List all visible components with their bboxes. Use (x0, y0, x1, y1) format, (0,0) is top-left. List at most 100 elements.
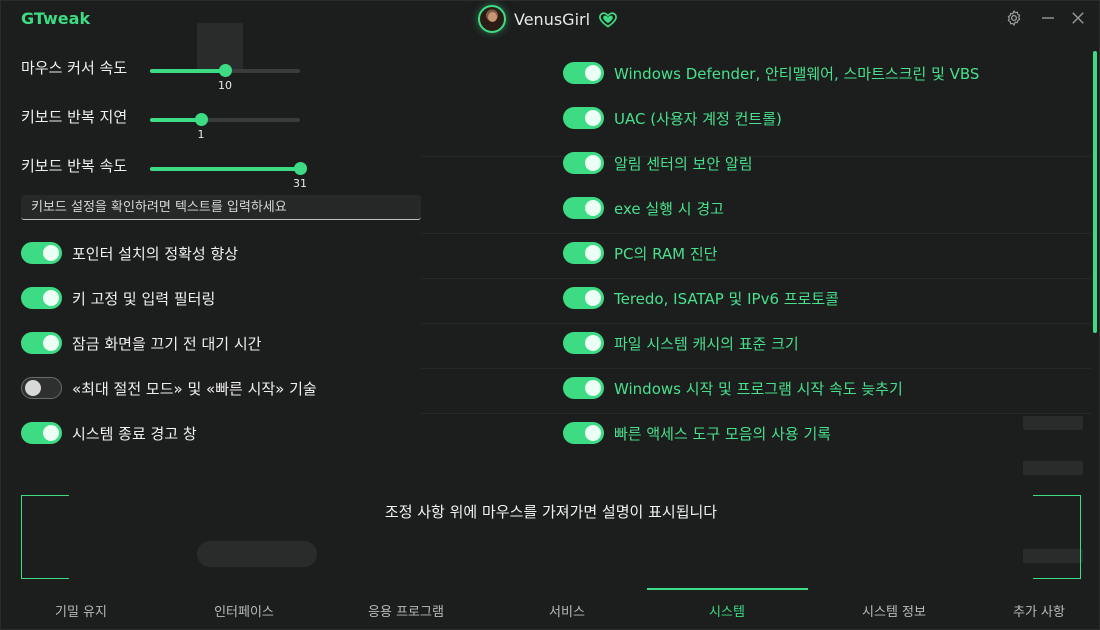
toggle-label: 빠른 액세스 도구 모음의 사용 기록 (614, 424, 832, 443)
toggle-label: UAC (사용자 계정 컨트롤) (614, 109, 782, 128)
toggle-knob (43, 425, 59, 441)
tab-extras[interactable]: 추가 사항 (959, 601, 1099, 620)
key-repeat-speed-slider: 키보드 반복 속도 31 (21, 153, 421, 193)
slider-thumb[interactable] (219, 64, 232, 77)
toggle-row[interactable]: exe 실행 시 경고 (563, 195, 724, 221)
toggle-row[interactable]: UAC (사용자 계정 컨트롤) (563, 105, 782, 131)
toggle-row[interactable]: PC의 RAM 진단 (563, 240, 717, 266)
slider-label: 마우스 커서 속도 (21, 59, 128, 77)
ghost-divider (421, 323, 1091, 324)
slider-label: 키보드 반복 지연 (21, 108, 128, 126)
scrollbar[interactable] (1093, 51, 1097, 333)
slider-value: 10 (218, 79, 232, 92)
description-panel: 조정 사항 위에 마우스를 가져가면 설명이 표시됩니다 (21, 495, 1081, 579)
toggle-knob (25, 380, 41, 396)
toggle-knob (585, 380, 601, 396)
user-profile[interactable]: VenusGirl (478, 4, 618, 34)
key-repeat-delay-slider: 키보드 반복 지연 1 (21, 104, 421, 144)
avatar (478, 5, 506, 33)
slider-fill (150, 118, 201, 122)
toggle-switch[interactable] (21, 242, 62, 264)
ghost-block (1023, 461, 1083, 475)
user-name: VenusGirl (514, 9, 591, 29)
bottom-nav: 기밀 유지 인터페이스 응용 프로그램 서비스 시스템 시스템 정보 추가 사항 (1, 587, 1099, 629)
toggle-label: 키 고정 및 입력 필터링 (72, 289, 216, 308)
toggle-label: 시스템 종료 경고 창 (72, 424, 197, 443)
toggle-row[interactable]: 키 고정 및 입력 필터링 (21, 285, 215, 311)
toggle-label: Windows 시작 및 프로그램 시작 속도 늦추기 (614, 379, 903, 398)
slider-fill (150, 167, 300, 171)
gear-icon[interactable] (1005, 9, 1023, 27)
ghost-divider (421, 413, 1091, 414)
toggle-row[interactable]: Windows Defender, 안티맬웨어, 스마트스크린 및 VBS (563, 60, 979, 86)
tab-applications[interactable]: 응용 프로그램 (326, 601, 486, 620)
nav-active-indicator (647, 588, 808, 590)
heart-icon (599, 12, 617, 28)
toggle-label: «최대 절전 모드» 및 «빠른 시작» 기술 (72, 379, 317, 398)
mouse-speed-slider: 마우스 커서 속도 10 (21, 55, 421, 95)
toggle-row[interactable]: 잠금 화면을 끄기 전 대기 시간 (21, 330, 261, 356)
toggle-row[interactable]: 시스템 종료 경고 창 (21, 420, 197, 446)
tab-privacy[interactable]: 기밀 유지 (1, 601, 161, 620)
gtweak-window: GTweak VenusGirl 마우스 커서 속도 10 키보드 반복 지연 … (0, 0, 1100, 630)
ghost-block (1023, 416, 1083, 430)
toggle-switch[interactable] (21, 422, 62, 444)
hint-text: 조정 사항 위에 마우스를 가져가면 설명이 표시됩니다 (384, 503, 718, 521)
toggle-switch[interactable] (563, 242, 604, 264)
slider-thumb[interactable] (294, 162, 307, 175)
slider-label: 키보드 반복 속도 (21, 157, 128, 175)
toggle-knob (585, 335, 601, 351)
toggle-switch[interactable] (563, 197, 604, 219)
toggle-label: Windows Defender, 안티맬웨어, 스마트스크린 및 VBS (614, 64, 980, 83)
toggle-label: 잠금 화면을 끄기 전 대기 시간 (72, 334, 262, 353)
toggle-knob (585, 245, 601, 261)
toggle-switch[interactable] (563, 152, 604, 174)
toggle-switch[interactable] (563, 287, 604, 309)
toggle-knob (585, 155, 601, 171)
toggle-switch[interactable] (563, 422, 604, 444)
toggle-knob (585, 65, 601, 81)
toggle-knob (585, 290, 601, 306)
app-title: GTweak (21, 9, 91, 28)
slider-fill (150, 69, 225, 73)
slider-track[interactable] (150, 113, 300, 126)
toggle-row[interactable]: 포인터 설치의 정확성 향상 (21, 240, 238, 266)
tab-interface[interactable]: 인터페이스 (164, 601, 324, 620)
slider-value: 1 (197, 128, 205, 141)
toggle-row[interactable]: Windows 시작 및 프로그램 시작 속도 늦추기 (563, 375, 903, 401)
toggle-row[interactable]: 파일 시스템 캐시의 표준 크기 (563, 330, 799, 356)
slider-thumb[interactable] (195, 113, 208, 126)
toggle-switch[interactable] (21, 377, 62, 399)
toggle-label: PC의 RAM 진단 (614, 244, 718, 263)
ghost-divider (421, 233, 1091, 234)
tab-system-info[interactable]: 시스템 정보 (814, 601, 974, 620)
ghost-divider (421, 368, 1091, 369)
minimize-icon[interactable] (1039, 9, 1057, 27)
tab-services[interactable]: 서비스 (487, 601, 647, 620)
toggle-label: Teredo, ISATAP 및 IPv6 프로토콜 (614, 289, 839, 308)
toggle-switch[interactable] (21, 332, 62, 354)
toggle-row[interactable]: Teredo, ISATAP 및 IPv6 프로토콜 (563, 285, 839, 311)
toggle-switch[interactable] (563, 377, 604, 399)
toggle-knob (585, 110, 601, 126)
toggle-switch[interactable] (563, 332, 604, 354)
toggle-label: 파일 시스템 캐시의 표준 크기 (614, 334, 799, 353)
toggle-label: exe 실행 시 경고 (614, 199, 724, 218)
toggle-label: 알림 센터의 보안 알림 (614, 154, 753, 173)
title-bar: GTweak VenusGirl (1, 1, 1099, 37)
toggle-switch[interactable] (563, 62, 604, 84)
slider-track[interactable] (150, 64, 300, 77)
toggle-row[interactable]: «최대 절전 모드» 및 «빠른 시작» 기술 (21, 375, 317, 401)
tab-system[interactable]: 시스템 (647, 601, 807, 620)
toggle-knob (43, 290, 59, 306)
slider-track[interactable] (150, 162, 307, 175)
toggle-knob (43, 245, 59, 261)
toggle-knob (585, 425, 601, 441)
close-icon[interactable] (1069, 9, 1087, 27)
slider-value: 31 (293, 177, 307, 190)
toggle-row[interactable]: 알림 센터의 보안 알림 (563, 150, 753, 176)
toggle-switch[interactable] (21, 287, 62, 309)
toggle-switch[interactable] (563, 107, 604, 129)
toggle-row[interactable]: 빠른 액세스 도구 모음의 사용 기록 (563, 420, 831, 446)
keyboard-test-input[interactable] (21, 195, 421, 220)
